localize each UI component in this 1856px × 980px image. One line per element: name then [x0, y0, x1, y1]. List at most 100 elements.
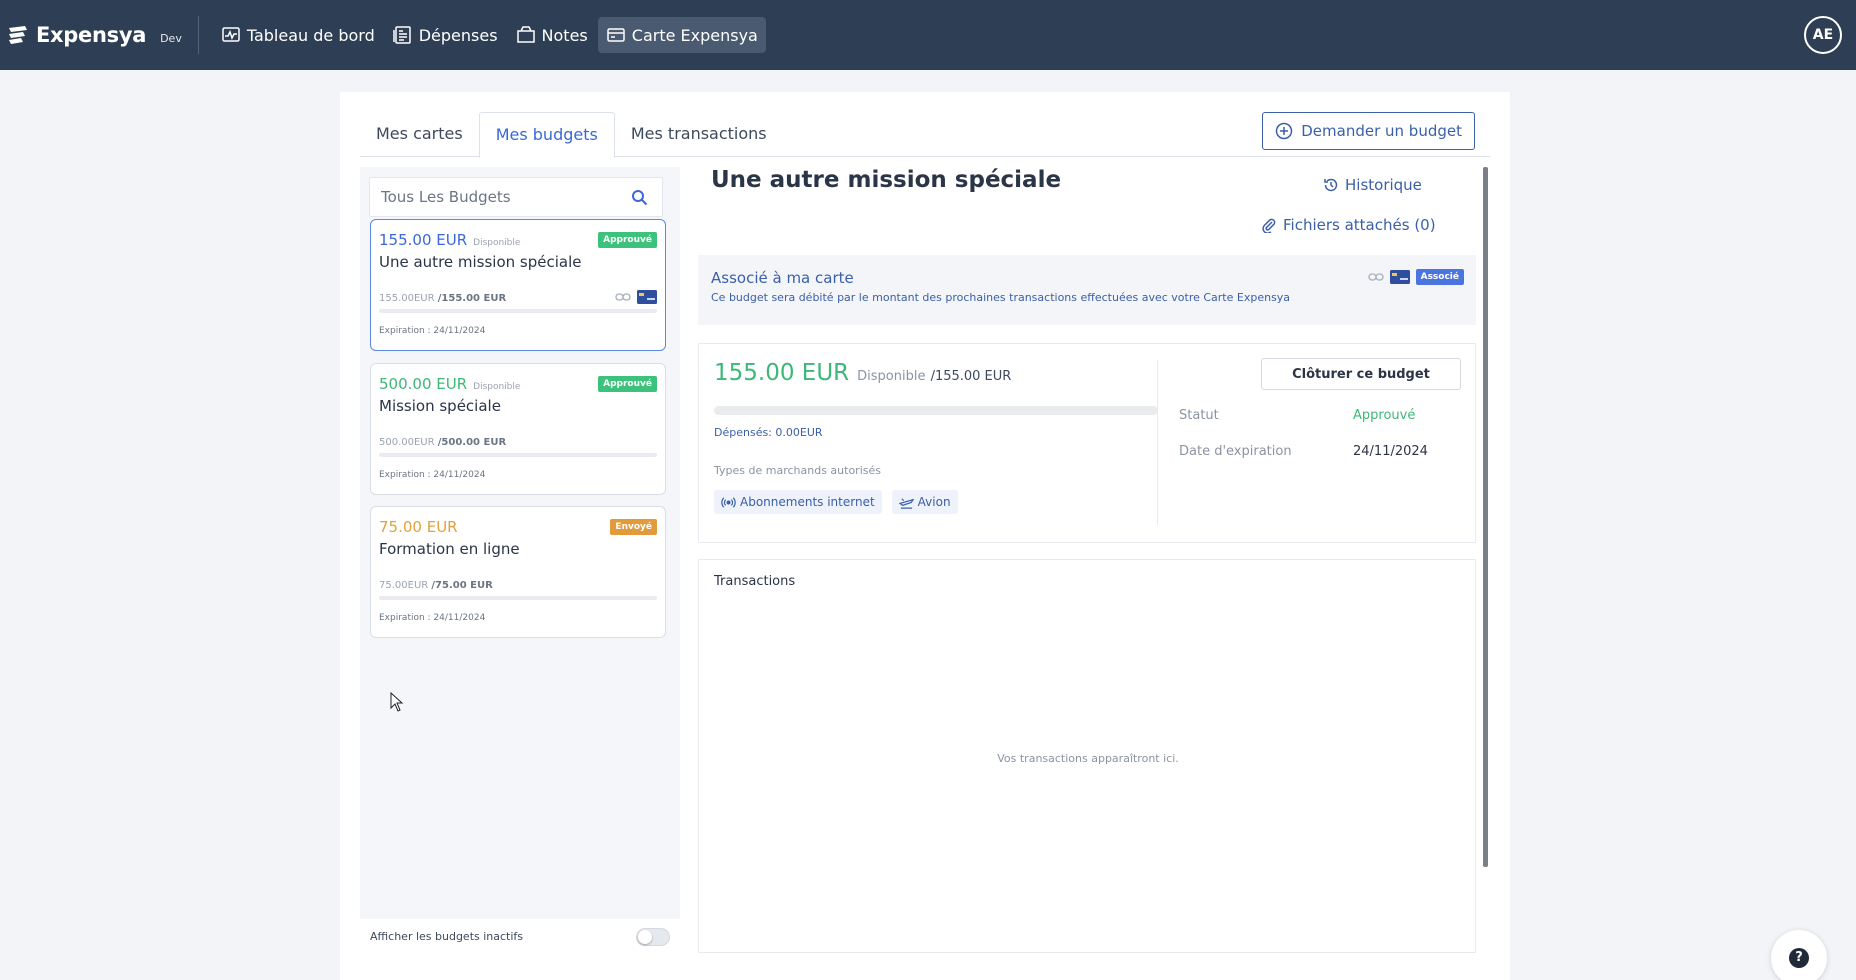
merchant-chip-internet: Abonnements internet [714, 490, 882, 514]
card-association-banner: Associé à ma carte Ce budget sera débité… [698, 255, 1476, 325]
association-text: Ce budget sera débité par le montant des… [711, 291, 1291, 304]
budget-amount: 155.00 EUR [379, 231, 468, 249]
merchant-chip-plane-label: Avion [917, 495, 951, 509]
budget-progress-bar [379, 453, 657, 457]
tab-my-budgets[interactable]: Mes budgets [478, 112, 615, 158]
budget-ratio: 155.00EUR /155.00 EUR [379, 293, 506, 304]
nav-expenses-label: Dépenses [418, 25, 498, 45]
budget-detail: Une autre mission spéciale Historique Fi… [696, 167, 1476, 953]
plane-icon [898, 497, 914, 509]
budget-progress-bar [379, 309, 657, 313]
merchant-chip-plane: Avion [891, 490, 958, 514]
nav-expensya-card[interactable]: Carte Expensya [597, 17, 766, 53]
broadcast-icon [721, 496, 736, 508]
transactions-title: Transactions [714, 574, 796, 589]
budget-ratio: 500.00EUR /500.00 EUR [379, 437, 506, 448]
budget-card-icons [609, 290, 657, 304]
budget-search [369, 177, 663, 217]
merchant-chip-internet-label: Abonnements internet [740, 495, 875, 509]
budget-card[interactable]: 500.00 EUR Disponible Mission spéciale Ap… [370, 363, 666, 495]
budget-ratio-used: 155.00EUR [379, 293, 435, 304]
budget-title: Formation en ligne [379, 540, 520, 558]
folder-icon [516, 26, 535, 43]
inactive-budgets-row: Afficher les budgets inactifs [360, 919, 680, 953]
status-badge: Envoyé [610, 519, 657, 535]
link-icon [1367, 273, 1384, 281]
mouse-cursor-icon [390, 692, 404, 712]
nav-dashboard-label: Tableau de bord [246, 25, 375, 45]
nav-expensya-card-label: Carte Expensya [631, 25, 758, 45]
expensya-logo-icon [9, 26, 27, 44]
credit-card-icon [607, 28, 625, 42]
nav-expenses[interactable]: Dépenses [385, 17, 506, 53]
budget-ratio-total: /75.00 EUR [431, 580, 493, 591]
budget-title: Mission spéciale [379, 397, 501, 415]
budget-ratio: 75.00EUR /75.00 EUR [379, 580, 493, 591]
env-label: Dev [160, 31, 182, 45]
dashboard-icon [222, 27, 240, 42]
brand[interactable]: Expensya Dev [0, 23, 182, 47]
budget-amount: 500.00 EUR [379, 375, 468, 393]
request-budget-button[interactable]: Demander un budget [1262, 112, 1475, 150]
status-label: Statut [1179, 408, 1219, 423]
inactive-budgets-toggle[interactable] [636, 928, 670, 946]
attachments-label: Fichiers attachés (0) [1283, 216, 1436, 234]
budget-list-panel: 155.00 EUR Disponible Une autre mission s… [360, 167, 680, 953]
budget-expiration: Expiration : 24/11/2024 [379, 326, 486, 336]
transactions-panel: Transactions Vos transactions apparaîtro… [698, 559, 1476, 953]
expiration-value: 24/11/2024 [1353, 444, 1428, 459]
association-title: Associé à ma carte [711, 269, 854, 287]
user-avatar[interactable]: AE [1804, 16, 1842, 54]
help-button[interactable]: ? [1771, 930, 1827, 980]
status-badge: Approuvé [598, 376, 657, 392]
budget-title: Une autre mission spéciale [379, 253, 582, 271]
history-icon [1324, 178, 1338, 192]
attachments-link[interactable]: Fichiers attachés (0) [1261, 216, 1436, 234]
link-icon [615, 293, 631, 301]
history-label: Historique [1345, 176, 1422, 194]
main-panel: Mes cartes Mes budgets Mes transactions … [340, 92, 1510, 980]
brand-name: Expensya [36, 23, 147, 47]
history-link[interactable]: Historique [1323, 176, 1422, 194]
help-icon: ? [1789, 948, 1809, 968]
budget-summary: 155.00 EUR Disponible /155.00 EUR Dépensé… [698, 343, 1476, 543]
detail-scrollbar[interactable] [1483, 167, 1488, 867]
budget-ratio-total: /155.00 EUR [437, 293, 507, 304]
tab-my-transactions[interactable]: Mes transactions [615, 112, 783, 157]
main-nav: Tableau de bord Dépenses Notes Carte Exp… [213, 0, 768, 70]
expiration-label: Date d'expiration [1179, 444, 1292, 459]
top-navbar: Expensya Dev Tableau de bord Dépenses No… [0, 0, 1856, 70]
bank-card-icon [637, 290, 657, 304]
close-budget-button[interactable]: Clôturer ce budget [1261, 358, 1461, 390]
merchant-types-label: Types de marchands autorisés [714, 464, 881, 477]
bank-card-icon [1389, 270, 1410, 284]
nav-dashboard[interactable]: Tableau de bord [213, 17, 383, 53]
budget-available-label: Disponible [473, 238, 521, 248]
tab-my-cards[interactable]: Mes cartes [360, 112, 479, 157]
budget-progress-bar [379, 596, 657, 600]
plus-circle-icon [1276, 122, 1293, 140]
receipt-icon [392, 26, 411, 44]
search-input[interactable] [381, 188, 621, 206]
budget-summary-left: 155.00 EUR Disponible /155.00 EUR Dépensé… [714, 360, 1158, 525]
budget-total: /155.00 EUR [930, 369, 1012, 384]
page-title: Une autre mission spéciale [711, 167, 1062, 193]
request-budget-label: Demander un budget [1301, 122, 1462, 140]
toggle-knob [638, 930, 652, 944]
available-label: Disponible [857, 369, 926, 384]
paperclip-icon [1262, 218, 1276, 233]
merchant-chips: Abonnements internet Avion [714, 490, 968, 514]
budget-card[interactable]: 155.00 EUR Disponible Une autre mission s… [370, 219, 666, 351]
spent-amount: Dépensés: 0.00EUR [714, 426, 823, 439]
available-amount: 155.00 EUR [714, 360, 850, 386]
budget-card[interactable]: 75.00 EUR Formation en ligne Envoyé 75.0… [370, 506, 666, 638]
nav-notes-label: Notes [541, 25, 588, 45]
budget-expiration: Expiration : 24/11/2024 [379, 470, 486, 480]
budget-ratio-used: 500.00EUR [379, 437, 435, 448]
status-badge: Approuvé [598, 232, 657, 248]
inactive-budgets-label: Afficher les budgets inactifs [370, 929, 524, 943]
nav-notes[interactable]: Notes [508, 17, 596, 53]
search-icon[interactable] [631, 189, 648, 206]
association-icons: Associé [1367, 269, 1464, 285]
budget-available-label: Disponible [473, 382, 521, 392]
